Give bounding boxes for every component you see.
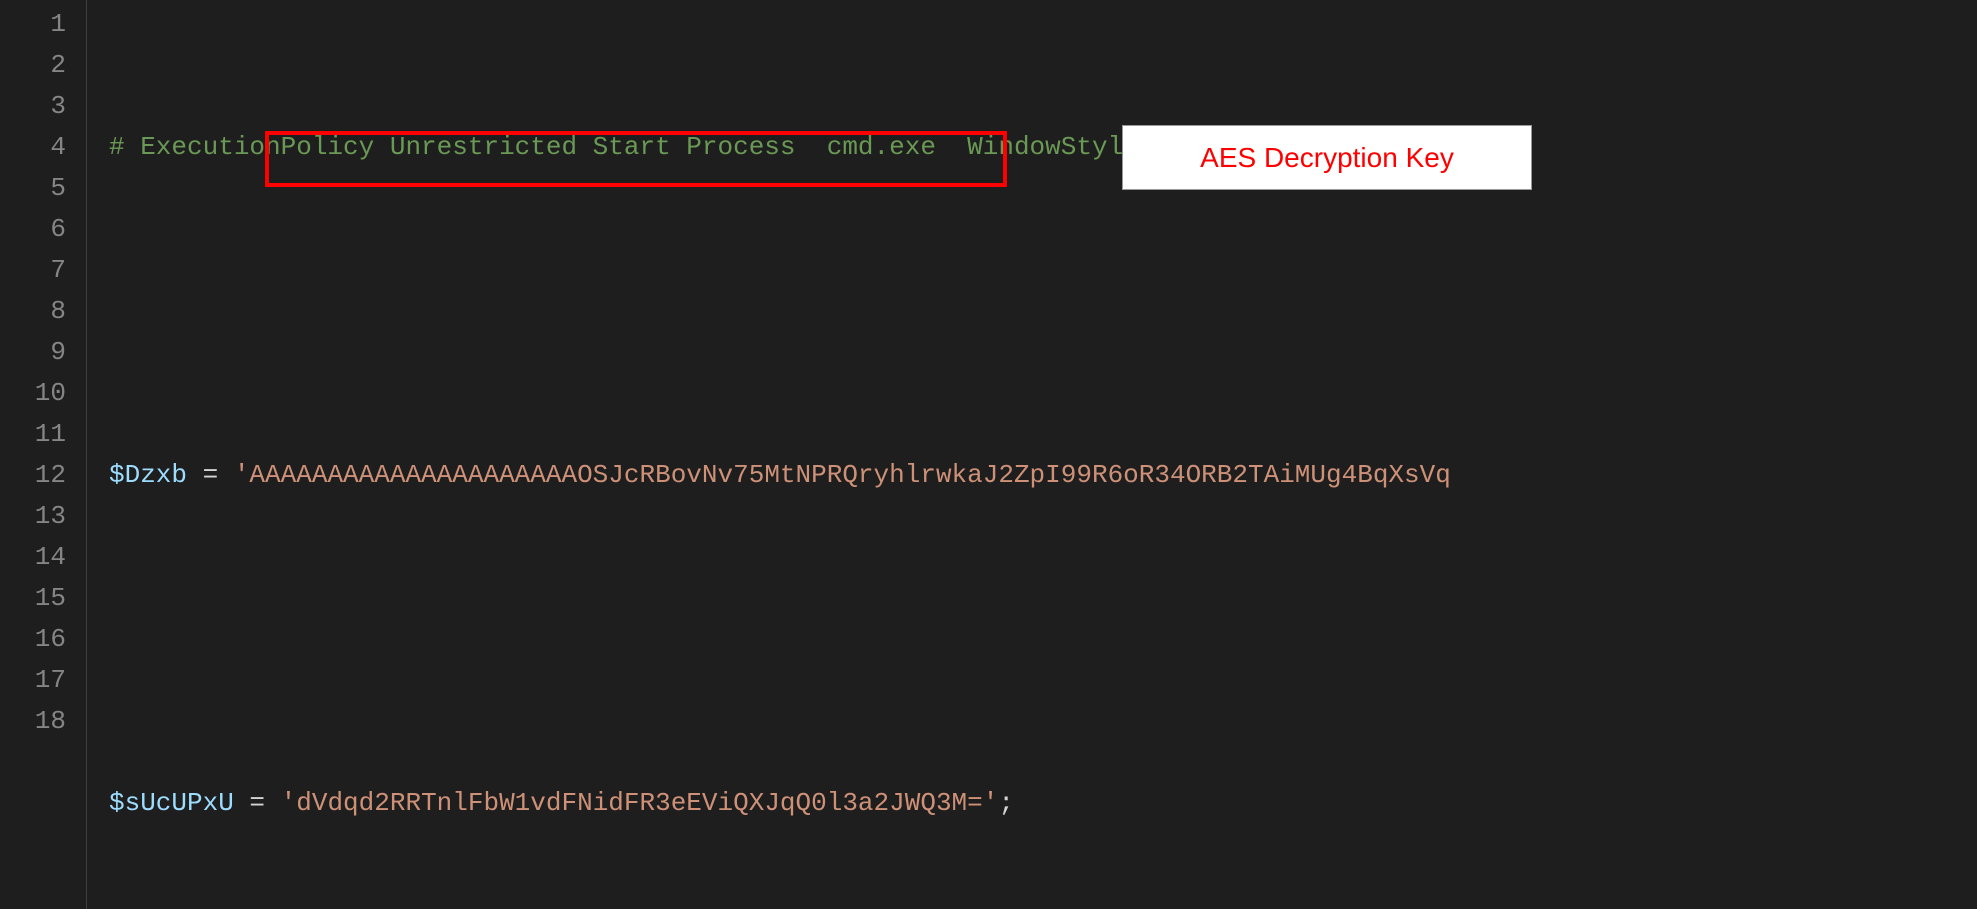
line-number: 14 xyxy=(0,537,66,578)
string-token: 'dVdqd2RRTnlFbW1vdFNidFR3eEViQXJqQ0l3a2J… xyxy=(281,788,999,818)
code-line[interactable]: $sUcUPxU = 'dVdqd2RRTnlFbW1vdFNidFR3eEVi… xyxy=(109,783,1977,824)
line-number: 8 xyxy=(0,291,66,332)
line-number-gutter: 1 2 3 4 5 6 7 8 9 10 11 12 13 14 15 16 1… xyxy=(0,0,86,909)
operator-token: = xyxy=(187,460,234,490)
line-number: 11 xyxy=(0,414,66,455)
code-line[interactable]: $Dzxb = 'AAAAAAAAAAAAAAAAAAAAAOSJcRBovNv… xyxy=(109,455,1977,496)
variable-token: $sUcUPxU xyxy=(109,788,234,818)
line-number: 3 xyxy=(0,86,66,127)
operator-token: = xyxy=(234,788,281,818)
line-number: 7 xyxy=(0,250,66,291)
line-number: 16 xyxy=(0,619,66,660)
line-number: 10 xyxy=(0,373,66,414)
line-number: 18 xyxy=(0,701,66,742)
line-number: 6 xyxy=(0,209,66,250)
code-line[interactable] xyxy=(109,619,1977,660)
line-number: 17 xyxy=(0,660,66,701)
string-token: 'AAAAAAAAAAAAAAAAAAAAAOSJcRBovNv75MtNPRQ… xyxy=(234,460,1451,490)
variable-token: $Dzxb xyxy=(109,460,187,490)
line-number: 2 xyxy=(0,45,66,86)
line-number: 5 xyxy=(0,168,66,209)
punct-token: ; xyxy=(998,788,1014,818)
line-number: 9 xyxy=(0,332,66,373)
line-number: 15 xyxy=(0,578,66,619)
code-area[interactable]: # ExecutionPolicy Unrestricted Start Pro… xyxy=(87,0,1977,909)
line-number: 4 xyxy=(0,127,66,168)
code-editor: 1 2 3 4 5 6 7 8 9 10 11 12 13 14 15 16 1… xyxy=(0,0,1977,909)
line-number: 12 xyxy=(0,455,66,496)
line-number: 1 xyxy=(0,4,66,45)
line-number: 13 xyxy=(0,496,66,537)
code-line[interactable]: # ExecutionPolicy Unrestricted Start Pro… xyxy=(109,127,1977,168)
annotation-label: AES Decryption Key xyxy=(1122,125,1532,190)
code-line[interactable] xyxy=(109,291,1977,332)
